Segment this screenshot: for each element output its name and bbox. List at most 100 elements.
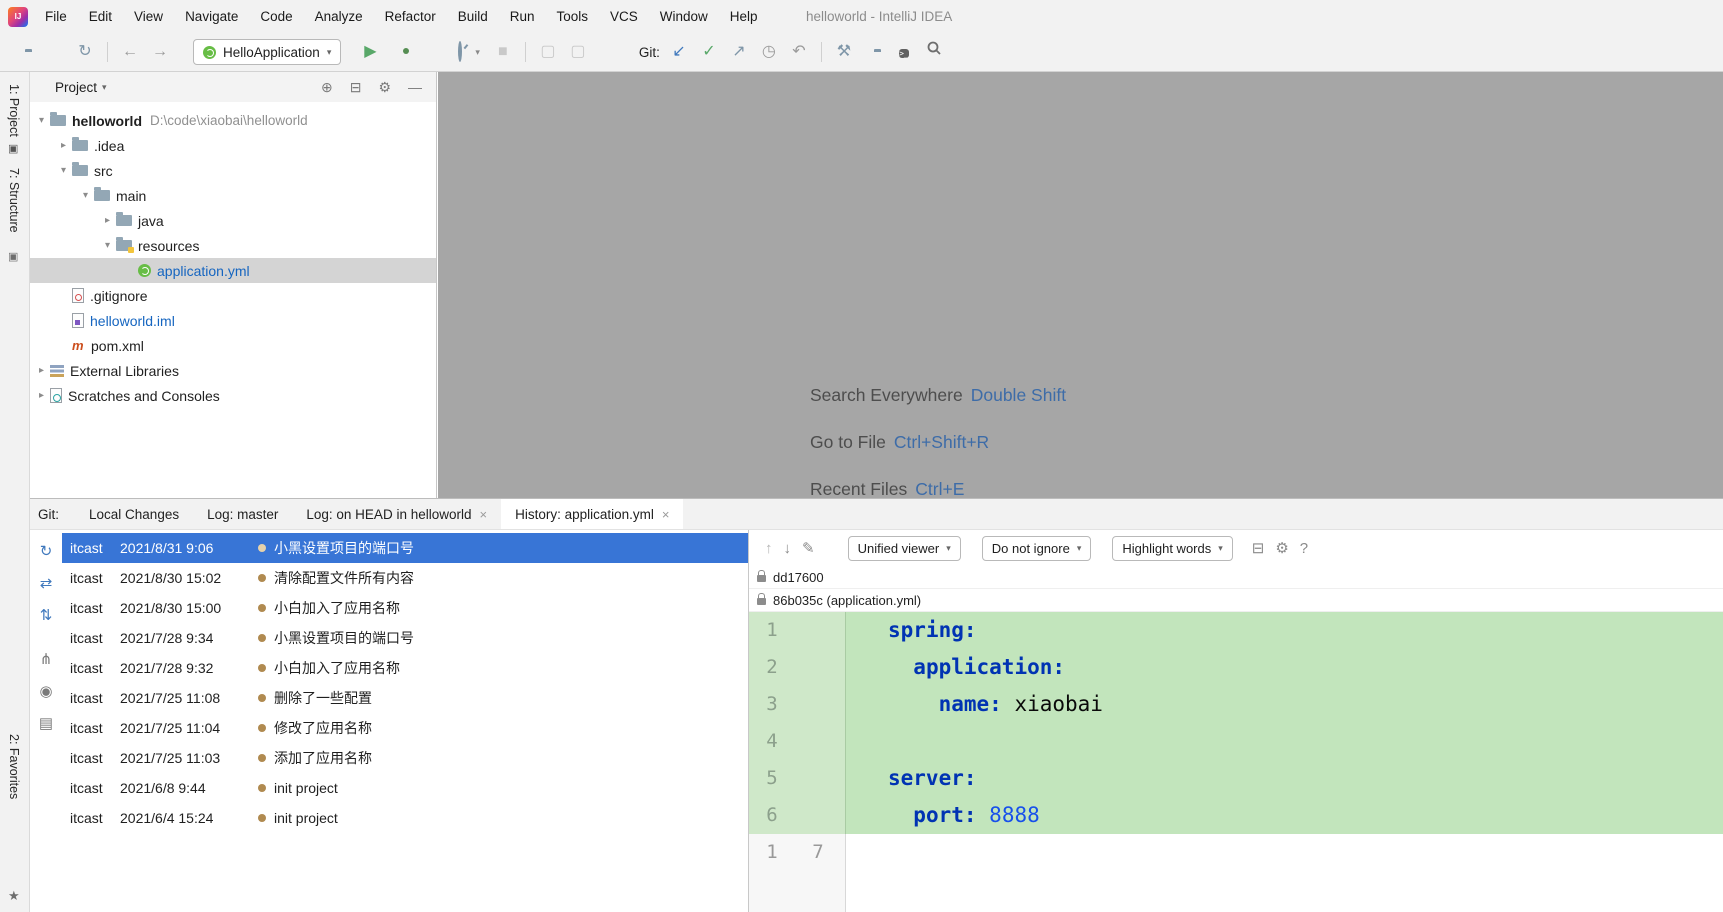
git-commit-icon[interactable]: ✓	[694, 40, 724, 64]
tree-item-main[interactable]: ▾ main	[30, 183, 436, 208]
git-update-icon[interactable]: ↙	[664, 40, 694, 64]
menu-navigate[interactable]: Navigate	[174, 0, 249, 33]
tab-history-application-yml[interactable]: History: application.yml ×	[501, 499, 684, 529]
revision-row[interactable]: dd17600	[749, 566, 1723, 589]
previous-change-icon[interactable]: ↑	[765, 540, 773, 557]
compare-revisions-icon[interactable]: ⇅	[40, 606, 53, 624]
sync-icon[interactable]: ↻	[70, 40, 100, 64]
menu-window[interactable]: Window	[649, 0, 719, 33]
commit-row[interactable]: itcast 2021/7/25 11:08 删除了一些配置	[62, 683, 748, 713]
run-button[interactable]: ▶	[355, 40, 385, 64]
tab-log-master[interactable]: Log: master	[193, 499, 292, 529]
run-configuration-select[interactable]: HelloApplication ▾	[193, 39, 342, 65]
caret-down-icon[interactable]: ▾	[77, 190, 94, 201]
menu-edit[interactable]: Edit	[78, 0, 123, 33]
caret-right-icon[interactable]: ▸	[33, 365, 50, 376]
menu-build[interactable]: Build	[447, 0, 499, 33]
tree-item-scratches-and-consoles[interactable]: ▸ Scratches and Consoles	[30, 383, 436, 408]
menu-help[interactable]: Help	[719, 0, 769, 33]
tool-stripe-favorites[interactable]: 2: Favorites	[7, 734, 21, 799]
tree-item-external-libraries[interactable]: ▸ External Libraries	[30, 358, 436, 383]
branch-icon[interactable]: ⋔	[40, 650, 53, 668]
caret-down-icon[interactable]: ▾	[33, 115, 50, 126]
menu-code[interactable]: Code	[249, 0, 303, 33]
tab-label: Log: master	[207, 506, 279, 522]
tree-item-gitignore[interactable]: .gitignore	[30, 283, 436, 308]
menu-vcs[interactable]: VCS	[599, 0, 649, 33]
collapse-all-icon[interactable]: ⊟	[350, 79, 362, 96]
tree-item-java[interactable]: ▸ java	[30, 208, 436, 233]
commit-row[interactable]: itcast 2021/8/31 9:06 小黑设置项目的端口号	[62, 533, 748, 563]
toolbar-divider	[820, 42, 822, 62]
caret-right-icon[interactable]: ▸	[99, 215, 116, 226]
commit-row[interactable]: itcast 2021/8/30 15:02 清除配置文件所有内容	[62, 563, 748, 593]
git-rollback-icon[interactable]: ↶	[784, 40, 814, 64]
preview-diff-eye-icon[interactable]: ◉	[39, 682, 52, 700]
tree-item-helloworld-iml[interactable]: helloworld.iml	[30, 308, 436, 333]
tree-item-idea[interactable]: ▸ .idea	[30, 133, 436, 158]
tool-stripe-project[interactable]: 1: Project	[7, 84, 21, 137]
compare-branches-icon[interactable]: ⇄	[40, 574, 53, 592]
commit-row[interactable]: itcast 2021/8/30 15:00 小白加入了应用名称	[62, 593, 748, 623]
commit-row[interactable]: itcast 2021/6/8 9:44 init project	[62, 773, 748, 803]
tab-local-changes[interactable]: Local Changes	[75, 499, 193, 529]
hide-panel-icon[interactable]: —	[408, 79, 422, 95]
settings-wrench-icon[interactable]: ⚒	[829, 40, 859, 64]
caret-down-icon[interactable]: ▾	[99, 240, 116, 251]
help-icon[interactable]: ?	[1300, 540, 1308, 557]
commit-row[interactable]: itcast 2021/7/28 9:32 小白加入了应用名称	[62, 653, 748, 683]
commit-row[interactable]: itcast 2021/6/4 15:24 init project	[62, 803, 748, 833]
commit-row[interactable]: itcast 2021/7/28 9:34 小黑设置项目的端口号	[62, 623, 748, 653]
commit-row[interactable]: itcast 2021/7/25 11:04 修改了应用名称	[62, 713, 748, 743]
tree-item-pom-xml[interactable]: m pom.xml	[30, 333, 436, 358]
tool-stripe-structure[interactable]: 7: Structure	[7, 168, 21, 233]
search-icon[interactable]	[919, 40, 949, 64]
diff-settings-gear-icon[interactable]: ⚙	[1275, 539, 1288, 557]
tree-item-helloworld[interactable]: ▾ helloworld D:\code\xiaobai\helloworld	[30, 108, 436, 133]
menu-analyze[interactable]: Analyze	[304, 0, 374, 33]
profiler-button[interactable]	[445, 40, 475, 64]
close-icon[interactable]: ×	[479, 507, 487, 522]
line-number-after	[795, 686, 841, 723]
menu-refactor[interactable]: Refactor	[374, 0, 447, 33]
menu-run[interactable]: Run	[499, 0, 546, 33]
terminal-icon[interactable]: >_	[889, 40, 919, 64]
caret-down-icon[interactable]: ▾	[55, 165, 72, 176]
refresh-icon[interactable]: ↻	[40, 542, 53, 560]
show-in-editor-icon[interactable]: ▤	[39, 714, 53, 732]
git-push-icon[interactable]: ↗	[724, 40, 754, 64]
forward-icon[interactable]: →	[145, 40, 175, 64]
intellij-window: IJ File Edit View Navigate Code Analyze Refact…	[0, 0, 1723, 912]
profiler-chevron-icon[interactable]: ▾	[475, 47, 480, 58]
close-icon[interactable]: ×	[662, 507, 670, 522]
locate-file-icon[interactable]: ⊕	[321, 79, 333, 96]
tree-item-src[interactable]: ▾ src	[30, 158, 436, 183]
commit-row[interactable]: itcast 2021/7/25 11:03 添加了应用名称	[62, 743, 748, 773]
editor-shortcut-hints: Search Everywhere Double Shift Go to File C…	[810, 372, 1066, 513]
project-panel-title[interactable]: Project	[55, 80, 97, 95]
favorites-star-icon[interactable]: ★	[8, 888, 20, 904]
tree-item-resources[interactable]: ▾ resources	[30, 233, 436, 258]
collapse-unchanged-icon[interactable]: ⊟	[1252, 539, 1265, 557]
caret-right-icon[interactable]: ▸	[55, 140, 72, 151]
tree-item-application-yml[interactable]: application.yml	[30, 258, 436, 283]
viewer-mode-select[interactable]: Unified viewer ▾	[847, 535, 961, 561]
project-tool-icon[interactable]: ▣	[8, 142, 18, 155]
jump-to-source-icon[interactable]: ✎	[802, 539, 815, 557]
hint-label: Go to File	[810, 432, 886, 452]
menu-tools[interactable]: Tools	[546, 0, 600, 33]
next-change-icon[interactable]: ↓	[784, 540, 792, 557]
chevron-down-icon[interactable]: ▾	[102, 82, 107, 93]
menu-file[interactable]: File	[34, 0, 78, 33]
caret-right-icon[interactable]: ▸	[33, 390, 50, 401]
tab-log-on-head-in-helloworld[interactable]: Log: on HEAD in helloworld ×	[292, 499, 501, 529]
menu-view[interactable]: View	[123, 0, 174, 33]
highlight-mode-select[interactable]: Highlight words ▾	[1112, 535, 1233, 561]
main-menu: File Edit View Navigate Code Analyze Refactor B…	[34, 0, 769, 33]
git-history-icon[interactable]: ◷	[754, 40, 784, 64]
revision-row[interactable]: 86b035c (application.yml)	[749, 589, 1723, 612]
structure-tool-icon[interactable]: ▣	[8, 250, 18, 263]
whitespace-ignore-select[interactable]: Do not ignore ▾	[981, 535, 1092, 561]
gear-icon[interactable]: ⚙	[378, 79, 391, 96]
back-icon[interactable]: ←	[115, 40, 145, 64]
